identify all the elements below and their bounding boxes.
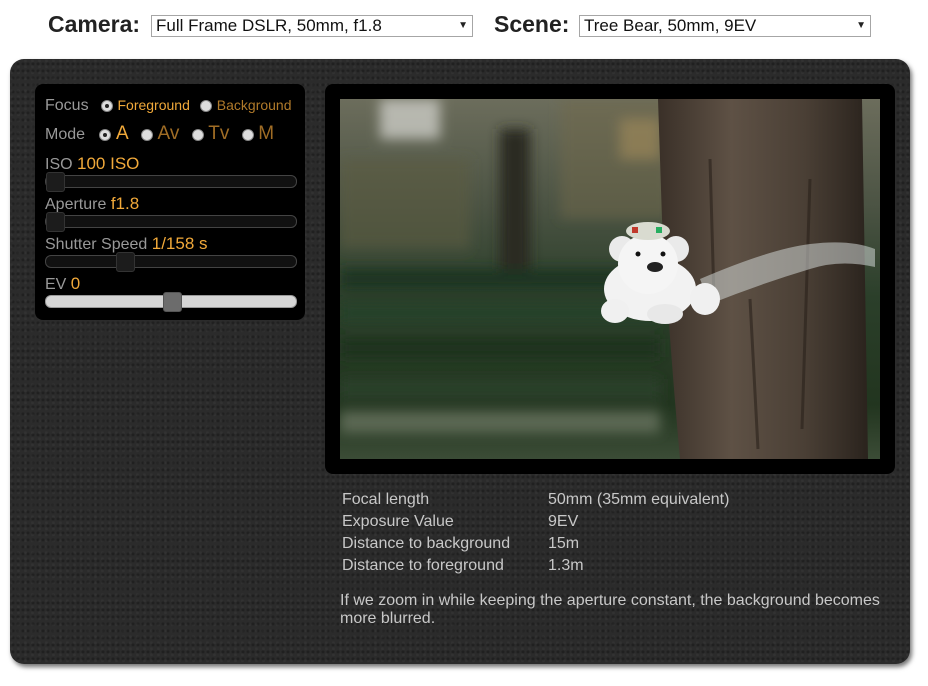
focus-row: Focus Foreground Background bbox=[45, 97, 292, 115]
info-key: Distance to background bbox=[342, 535, 511, 552]
focus-background-label[interactable]: Background bbox=[217, 97, 292, 113]
ev-row: EV 0 bbox=[45, 274, 80, 294]
scene-label: Scene: bbox=[494, 11, 570, 37]
focus-background-radio[interactable] bbox=[200, 99, 213, 112]
info-key: Exposure Value bbox=[342, 513, 454, 530]
aperture-label: Aperture bbox=[45, 196, 107, 213]
info-value: 1.3m bbox=[548, 557, 584, 574]
mode-a-label[interactable]: A bbox=[116, 123, 129, 144]
focus-foreground-radio[interactable] bbox=[101, 99, 114, 112]
ev-slider-thumb[interactable] bbox=[163, 292, 182, 312]
aperture-row: Aperture f1.8 bbox=[45, 194, 139, 214]
shutter-slider-thumb[interactable] bbox=[116, 252, 135, 272]
mode-av-radio[interactable] bbox=[141, 128, 154, 141]
mode-tv-label[interactable]: Tv bbox=[208, 123, 229, 144]
aperture-value: f1.8 bbox=[110, 194, 140, 213]
camera-select-value: Full Frame DSLR, 50mm, f1.8 bbox=[156, 16, 382, 35]
mode-row: Mode A Av Tv M bbox=[45, 123, 274, 145]
top-bar: Camera: Full Frame DSLR, 50mm, f1.8 ▼ Sc… bbox=[0, 0, 928, 52]
iso-slider-thumb[interactable] bbox=[46, 172, 65, 192]
camera-label: Camera: bbox=[48, 11, 141, 37]
shutter-slider[interactable] bbox=[45, 252, 297, 272]
iso-value: 100 ISO bbox=[77, 154, 140, 173]
mode-a-radio[interactable] bbox=[99, 128, 112, 141]
info-value: 50mm (35mm equivalent) bbox=[548, 491, 730, 508]
shutter-row: Shutter Speed 1/158 s bbox=[45, 234, 208, 254]
ev-slider[interactable] bbox=[45, 292, 297, 312]
mode-m-label[interactable]: M bbox=[258, 123, 274, 144]
info-key: Distance to foreground bbox=[342, 557, 504, 574]
tree-bear-image bbox=[340, 99, 880, 459]
aperture-slider-thumb[interactable] bbox=[46, 212, 65, 232]
description-text: If we zoom in while keeping the aperture… bbox=[340, 592, 880, 627]
shutter-value: 1/158 s bbox=[151, 234, 208, 253]
mode-av-label[interactable]: Av bbox=[158, 123, 180, 144]
focus-label: Focus bbox=[45, 97, 89, 114]
ev-label: EV bbox=[45, 276, 67, 293]
mode-tv-radio[interactable] bbox=[191, 128, 204, 141]
shutter-label: Shutter Speed bbox=[45, 236, 148, 253]
ev-value: 0 bbox=[70, 274, 81, 293]
aperture-slider[interactable] bbox=[45, 212, 297, 232]
camera-select[interactable]: Full Frame DSLR, 50mm, f1.8 ▼ bbox=[151, 15, 473, 37]
scene-photo bbox=[340, 99, 880, 459]
chevron-down-icon: ▼ bbox=[856, 20, 866, 31]
scene-select-value: Tree Bear, 50mm, 9EV bbox=[584, 16, 757, 35]
scene-select[interactable]: Tree Bear, 50mm, 9EV ▼ bbox=[579, 15, 871, 37]
mode-label: Mode bbox=[45, 126, 86, 143]
info-value: 15m bbox=[548, 535, 580, 552]
controls-box: Focus Foreground Background Mode A Av Tv… bbox=[35, 84, 305, 320]
photo-viewport bbox=[325, 84, 895, 474]
main-panel: Focus Foreground Background Mode A Av Tv… bbox=[10, 59, 910, 664]
iso-slider[interactable] bbox=[45, 172, 297, 192]
mode-m-radio[interactable] bbox=[241, 128, 254, 141]
iso-label: ISO bbox=[45, 156, 73, 173]
chevron-down-icon: ▼ bbox=[458, 20, 468, 31]
info-key: Focal length bbox=[342, 491, 430, 508]
focus-foreground-label[interactable]: Foreground bbox=[117, 97, 189, 113]
iso-row: ISO 100 ISO bbox=[45, 154, 139, 174]
info-value: 9EV bbox=[548, 513, 579, 530]
